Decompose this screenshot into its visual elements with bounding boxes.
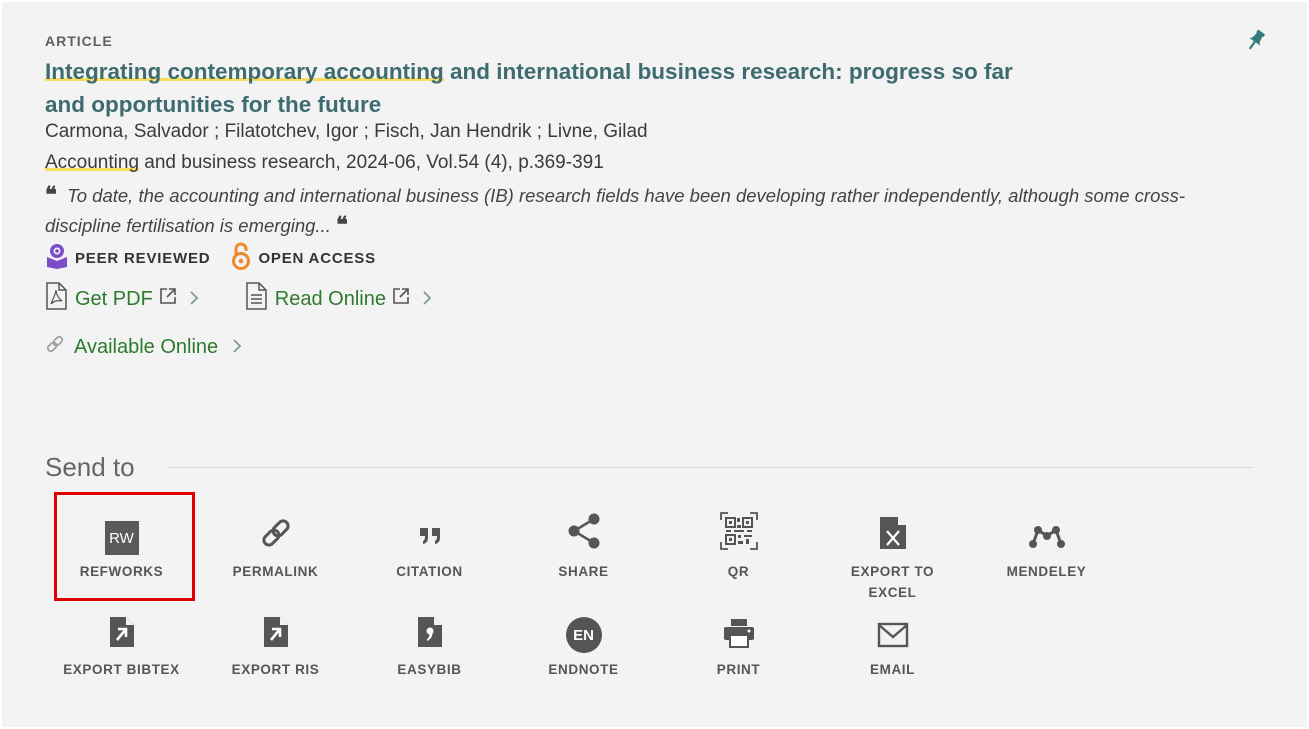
citation-button[interactable]: CITATION	[362, 515, 497, 582]
abstract-text: To date, the accounting and internationa…	[45, 185, 1186, 236]
email-label: EMAIL	[870, 662, 915, 677]
abstract-snippet: ❝ To date, the accounting and internatio…	[45, 181, 1225, 241]
pin-icon[interactable]	[1243, 27, 1269, 53]
permalink-button[interactable]: PERMALINK	[208, 515, 343, 582]
permalink-label: PERMALINK	[232, 564, 319, 579]
resource-type-label: ARTICLE	[45, 33, 113, 49]
easybib-icon	[417, 616, 443, 653]
open-access-label: OPEN ACCESS	[258, 250, 376, 267]
share-icon	[566, 512, 602, 555]
quote-icon	[415, 520, 445, 555]
peer-reviewed-badge: PEER REVIEWED	[45, 243, 210, 274]
open-quote-icon: ❝	[45, 182, 57, 208]
chevron-right-icon	[189, 289, 199, 310]
export-file-icon	[263, 616, 289, 653]
email-button[interactable]: EMAIL	[825, 613, 960, 680]
read-online-link[interactable]: Read Online	[245, 282, 432, 316]
get-pdf-link[interactable]: Get PDF	[45, 282, 199, 316]
export-to-excel-label: EXPORT TO EXCEL	[850, 564, 935, 600]
easybib-button[interactable]: EASYBIB	[362, 613, 497, 680]
excel-icon	[879, 516, 907, 555]
export-file-icon	[109, 616, 135, 653]
share-label: SHARE	[558, 564, 609, 579]
selection-highlight-box	[54, 492, 195, 601]
peer-reviewed-icon	[45, 243, 69, 274]
endnote-label: ENDNOTE	[548, 662, 619, 677]
badges: PEER REVIEWED OPEN ACCESS	[45, 242, 396, 275]
close-quote-icon: ❝	[336, 212, 348, 238]
citation-label: CITATION	[396, 564, 463, 579]
external-link-icon	[392, 287, 410, 311]
envelope-icon	[877, 622, 909, 653]
link-chain-icon	[45, 334, 65, 360]
export-bibtex-button[interactable]: EXPORT BIBTEX	[54, 613, 189, 680]
get-pdf-label: Get PDF	[75, 287, 153, 310]
export-to-excel-button[interactable]: EXPORT TO EXCEL	[825, 515, 960, 603]
record-title[interactable]: Integrating contemporary accounting and …	[45, 55, 1045, 121]
easybib-label: EASYBIB	[397, 662, 462, 677]
open-access-icon	[230, 242, 252, 275]
send-to-heading: Send to	[45, 452, 135, 482]
endnote-icon: EN	[565, 617, 602, 653]
print-label: PRINT	[716, 662, 761, 677]
mendeley-button[interactable]: MENDELEY	[979, 515, 1114, 582]
authors: Carmona, Salvador ; Filatotchev, Igor ; …	[45, 121, 648, 142]
export-bibtex-label: EXPORT BIBTEX	[63, 662, 180, 677]
mendeley-icon	[1028, 524, 1066, 555]
source-highlight: Accounting	[45, 152, 140, 173]
title-highlight: Integrating contemporary accounting	[45, 59, 444, 84]
link-icon	[259, 516, 293, 555]
print-button[interactable]: PRINT	[671, 613, 806, 680]
export-ris-button[interactable]: EXPORT RIS	[208, 613, 343, 680]
chevron-right-icon	[232, 336, 242, 359]
export-ris-label: EXPORT RIS	[231, 662, 320, 677]
external-link-icon	[159, 287, 177, 311]
share-button[interactable]: SHARE	[516, 512, 651, 582]
read-online-label: Read Online	[274, 287, 386, 310]
chevron-right-icon	[422, 289, 432, 310]
source-citation: Accounting and business research, 2024-0…	[45, 152, 604, 174]
available-online-label: Available Online	[74, 335, 219, 358]
mendeley-label: MENDELEY	[1006, 564, 1087, 579]
endnote-button[interactable]: EN ENDNOTE	[516, 613, 651, 680]
pdf-file-icon	[45, 282, 67, 316]
available-online-link[interactable]: Available Online	[45, 334, 242, 360]
access-links: Get PDF Read Online	[45, 282, 478, 316]
qr-label: QR	[727, 564, 750, 579]
peer-reviewed-label: PEER REVIEWED	[75, 250, 211, 267]
document-icon	[245, 282, 267, 316]
qr-icon	[719, 512, 758, 555]
divider	[167, 467, 1252, 468]
printer-icon	[723, 618, 755, 653]
source-rest: and business research, 2024-06, Vol.54 (…	[139, 152, 604, 173]
qr-button[interactable]: QR	[671, 512, 806, 582]
open-access-badge: OPEN ACCESS	[230, 242, 375, 275]
